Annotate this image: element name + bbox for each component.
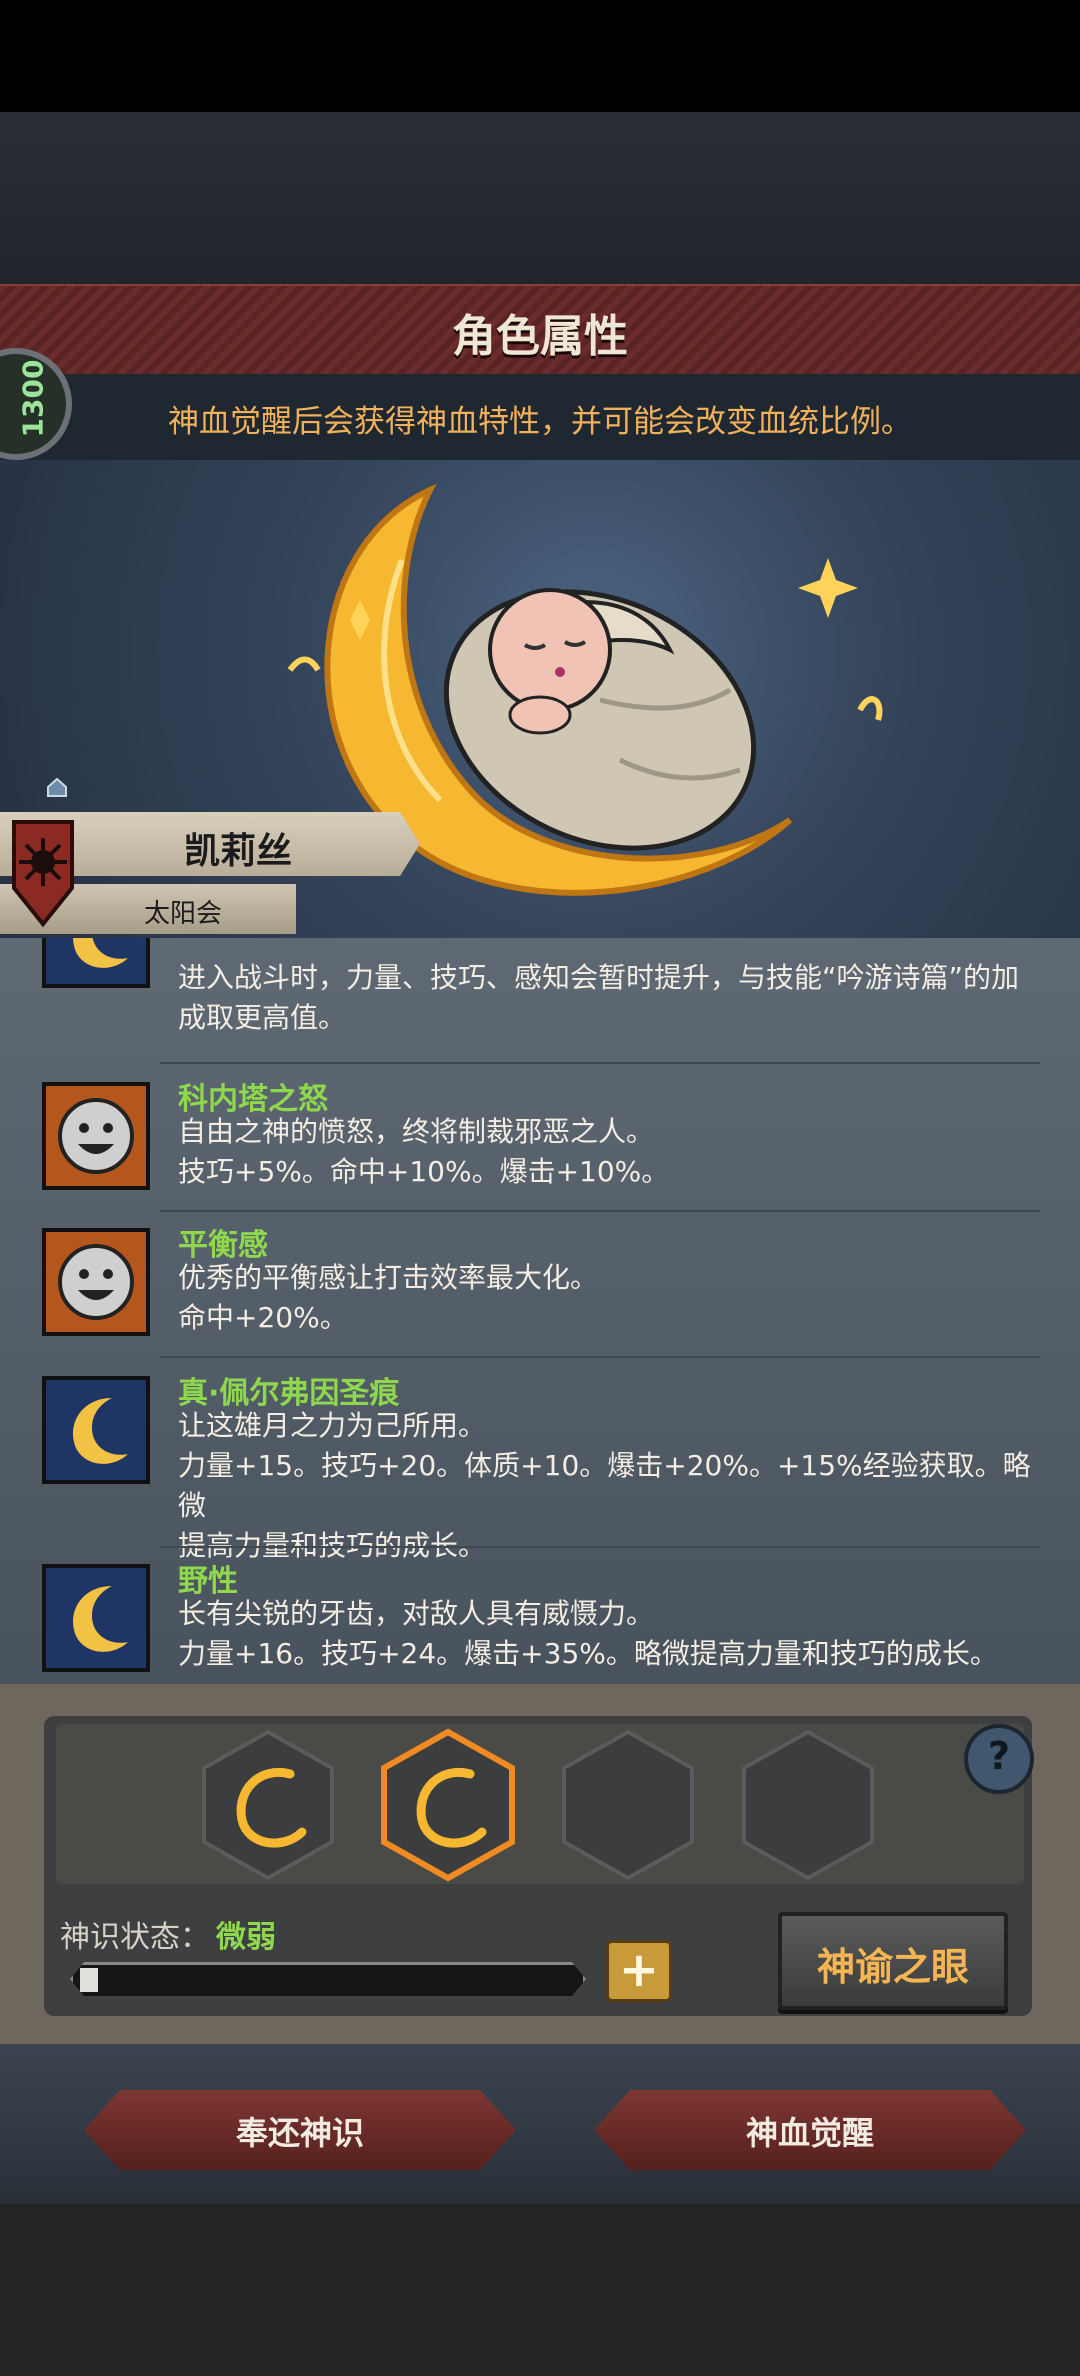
divine-sense-value: 微弱: [216, 1920, 276, 1955]
trait-desc-line: 力量+16。技巧+24。爆击+35%。略微提高力量和技巧的成长。: [178, 1637, 998, 1670]
guild-name: 太阳会: [144, 899, 223, 929]
smile-icon: [42, 1228, 150, 1336]
trait-desc: 自由之神的愤怒，终将制裁邪恶之人。 技巧+5%。命中+10%。爆击+10%。: [178, 1112, 1038, 1192]
trait-desc-line: 成取更高值。: [178, 1001, 347, 1034]
status-bar-area: [0, 0, 1080, 112]
plus-icon: +: [618, 1942, 660, 1998]
divider: [160, 1546, 1040, 1548]
divine-slot-2[interactable]: [378, 1728, 518, 1882]
oracle-eye-label: 神谕之眼: [816, 1945, 969, 1989]
badge-text: 1300: [16, 359, 50, 438]
trait-desc: 进入战斗时，力量、技巧、感知会暂时提升，与技能“吟游诗篇”的加 成取更高值。: [178, 958, 1038, 1038]
trait-desc-line: 力量+15。技巧+20。体质+10。爆击+20%。+15%经验获取。略微: [178, 1449, 1031, 1522]
divine-blood-awaken-label: 神血觉醒: [745, 2114, 874, 2152]
sun-guild-emblem-icon: [12, 820, 74, 928]
divine-slot-3[interactable]: [558, 1728, 698, 1882]
trait-desc: 优秀的平衡感让打击效率最大化。 命中+20%。: [178, 1258, 1038, 1338]
divine-slot-4[interactable]: [738, 1728, 878, 1882]
trait-desc-line: 进入战斗时，力量、技巧、感知会暂时提升，与技能“吟游诗篇”的加: [178, 961, 1020, 994]
oracle-eye-button[interactable]: 神谕之眼: [778, 1912, 1008, 2010]
page-title: 角色属性: [452, 311, 628, 362]
smile-icon: [42, 1082, 150, 1190]
moon-icon: [42, 1564, 150, 1672]
trait-desc-line: 长有尖锐的牙齿，对敌人具有威慑力。: [178, 1597, 655, 1630]
add-divine-sense-button[interactable]: +: [606, 1940, 672, 2002]
divider: [160, 1210, 1040, 1212]
help-icon: ?: [987, 1734, 1011, 1778]
trait-desc: 让这雄月之力为己所用。 力量+15。技巧+20。体质+10。爆击+20%。+15…: [178, 1406, 1038, 1566]
divine-sense-progress-fill: [80, 1968, 98, 1992]
home-icon: [47, 777, 67, 797]
trait-desc-line: 让这雄月之力为己所用。: [178, 1409, 487, 1442]
trait-desc-line: 自由之神的愤怒，终将制裁邪恶之人。: [178, 1115, 655, 1148]
moon-icon: [42, 938, 150, 988]
subtitle-bar: 神血觉醒后会获得神血特性，并可能会改变血统比例。: [0, 374, 1080, 460]
title-bar: 角色属性: [0, 284, 1080, 379]
divider: [160, 1356, 1040, 1358]
help-button[interactable]: ?: [964, 1724, 1034, 1794]
moon-icon: [42, 1376, 150, 1484]
return-divine-sense-label: 奉还神识: [235, 2114, 364, 2152]
trait-desc: 长有尖锐的牙齿，对敌人具有威慑力。 力量+16。技巧+24。爆击+35%。略微提…: [178, 1594, 1038, 1674]
navigation-bar-area: [0, 2204, 1080, 2376]
divine-slot-1[interactable]: [198, 1728, 338, 1882]
character-name: 凯莉丝: [184, 831, 293, 872]
trait-desc-line: 优秀的平衡感让打击效率最大化。: [178, 1261, 599, 1294]
trait-desc-line: 技巧+5%。命中+10%。爆击+10%。: [178, 1155, 670, 1188]
page-subtitle: 神血觉醒后会获得神血特性，并可能会改变血统比例。: [168, 404, 912, 440]
top-backdrop: [0, 112, 1080, 284]
divine-sense-label: 神识状态：: [60, 1920, 210, 1955]
trait-list[interactable]: 进入战斗时，力量、技巧、感知会暂时提升，与技能“吟游诗篇”的加 成取更高值。 科…: [0, 938, 1080, 1684]
return-divine-sense-button[interactable]: 奉还神识: [84, 2090, 516, 2170]
trait-desc-line: 命中+20%。: [178, 1301, 348, 1334]
divine-blood-awaken-button[interactable]: 神血觉醒: [594, 2090, 1026, 2170]
divider: [160, 1062, 1040, 1064]
